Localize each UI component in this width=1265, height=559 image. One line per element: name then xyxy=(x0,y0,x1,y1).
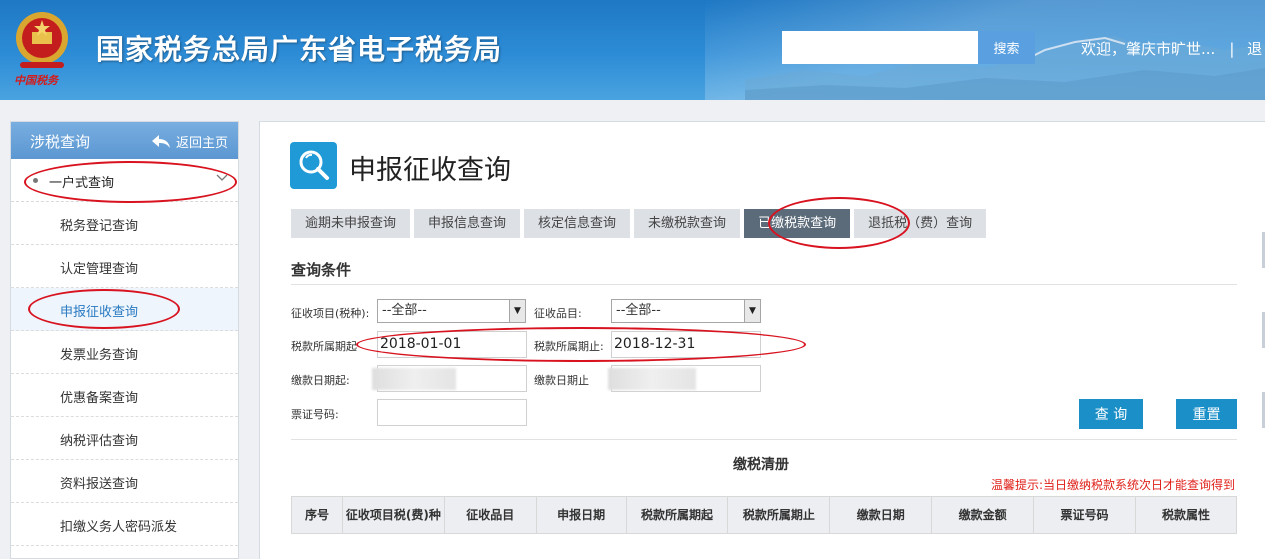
tax-item-label: 征收项目(税种): xyxy=(291,307,370,320)
query-tabs: 逾期未申报查询 申报信息查询 核定信息查询 未缴税款查询 已缴税款查询 退抵税（… xyxy=(291,209,987,238)
query-conditions-heading: 查询条件 xyxy=(291,261,352,279)
ticket-no-label: 票证号码: xyxy=(291,408,339,421)
tax-item-value: --全部-- xyxy=(382,303,427,318)
logo-caption: 中国税务 xyxy=(14,74,58,87)
col-ticket-no: 票证号码 xyxy=(1033,496,1136,534)
warm-tip: 温馨提示:当日缴纳税款系统次日才能查询得到 xyxy=(990,478,1235,492)
sidebar-item-label: 纳税评估查询 xyxy=(60,434,139,449)
search-input[interactable] xyxy=(782,31,978,64)
sidebar-header: 涉税查询 返回主页 xyxy=(11,122,238,159)
period-end-input[interactable]: 2018-12-31 xyxy=(611,331,761,358)
table-header-row: 序号 征收项目税(费)种 征收品目 申报日期 税款所属期起 税款所属期止 缴款日… xyxy=(291,496,1238,534)
top-header: 中国税务 国家税务总局广东省电子税务局 搜索 欢迎，肇庆市旷世... | 退 xyxy=(0,0,1265,100)
sidebar-item-label: 优惠备案查询 xyxy=(60,391,139,406)
sidebar-item-document-submission[interactable]: 资料报送查询 xyxy=(11,460,238,503)
tax-emblem-logo: 中国税务 xyxy=(10,6,74,90)
redacted-value xyxy=(608,368,696,390)
sidebar-item-tax-assessment[interactable]: 纳税评估查询 xyxy=(11,417,238,460)
pay-start-label: 缴款日期起: xyxy=(291,374,350,387)
col-declare-date: 申报日期 xyxy=(535,496,627,534)
dropdown-arrow-icon: ▼ xyxy=(744,300,760,322)
sidebar-item-label: 扣缴义务人密码派发 xyxy=(60,520,178,535)
welcome-area: 欢迎，肇庆市旷世... | 退 xyxy=(1081,38,1262,59)
sidebar-item-label: 认定管理查询 xyxy=(60,262,139,277)
sidebar-title: 涉税查询 xyxy=(30,133,91,151)
sidebar-item-label: 申报征收查询 xyxy=(60,305,139,320)
period-start-input[interactable]: 2018-01-01 xyxy=(377,331,527,358)
logout-link[interactable]: 退 xyxy=(1247,40,1262,58)
welcome-user-link[interactable]: 欢迎，肇庆市旷世... xyxy=(1081,40,1215,58)
tab-paid-tax[interactable]: 已缴税款查询 xyxy=(744,209,851,238)
sidebar-item-preferential-filing[interactable]: 优惠备案查询 xyxy=(11,374,238,417)
header-separator: | xyxy=(1229,40,1235,58)
pay-end-input[interactable] xyxy=(608,365,761,392)
tax-product-value: --全部-- xyxy=(616,303,661,318)
redacted-value xyxy=(372,368,456,390)
search-magnifier-icon xyxy=(290,142,337,189)
tab-overdue-undeclared[interactable]: 逾期未申报查询 xyxy=(291,209,411,238)
col-index: 序号 xyxy=(291,496,343,534)
col-tax-attribute: 税款属性 xyxy=(1134,496,1238,534)
col-tax-item: 征收项目税(费)种 xyxy=(341,496,445,534)
col-pay-date: 缴款日期 xyxy=(829,496,933,534)
main-panel: 申报征收查询 逾期未申报查询 申报信息查询 核定信息查询 未缴税款查询 已缴税款… xyxy=(259,121,1265,559)
tab-refund-offset[interactable]: 退抵税（费）查询 xyxy=(854,209,987,238)
chevron-down-icon xyxy=(216,171,228,185)
sidebar-item-label: 发票业务查询 xyxy=(60,348,139,363)
col-pay-amount: 缴款金额 xyxy=(931,496,1035,534)
tax-product-select[interactable]: --全部-- ▼ xyxy=(611,299,761,323)
sidebar-group-one-stop-query[interactable]: 一户式查询 xyxy=(11,159,238,202)
back-arrow-icon xyxy=(151,134,170,148)
reset-button[interactable]: 重置 xyxy=(1176,399,1237,429)
tab-assessment-info[interactable]: 核定信息查询 xyxy=(524,209,631,238)
sidebar-item-label: 税务登记查询 xyxy=(60,219,139,234)
payment-table: 序号 征收项目税(费)种 征收品目 申报日期 税款所属期起 税款所属期止 缴款日… xyxy=(291,496,1238,534)
page-title: 申报征收查询 xyxy=(349,155,511,186)
period-start-label: 税款所属期起 xyxy=(291,340,357,353)
ticket-no-input[interactable] xyxy=(377,399,527,426)
divider xyxy=(291,284,1237,285)
site-title: 国家税务总局广东省电子税务局 xyxy=(96,33,503,66)
pay-start-input[interactable] xyxy=(372,365,527,392)
tax-item-select[interactable]: --全部-- ▼ xyxy=(377,299,526,323)
dropdown-arrow-icon: ▼ xyxy=(509,300,525,322)
sidebar-item-certification[interactable]: 认定管理查询 xyxy=(11,245,238,288)
back-home-link[interactable]: 返回主页 xyxy=(151,132,228,151)
sidebar-group-label: 一户式查询 xyxy=(49,176,115,191)
sidebar-item-invoice[interactable]: 发票业务查询 xyxy=(11,331,238,374)
sidebar-item-tax-registration[interactable]: 税务登记查询 xyxy=(11,202,238,245)
tab-unpaid-tax[interactable]: 未缴税款查询 xyxy=(634,209,741,238)
sidebar-item-withholding-password[interactable]: 扣缴义务人密码派发 xyxy=(11,503,238,546)
query-button[interactable]: 查 询 xyxy=(1079,399,1143,429)
tab-declaration-info[interactable]: 申报信息查询 xyxy=(414,209,521,238)
divider xyxy=(291,439,1237,440)
col-period-start: 税款所属期起 xyxy=(625,496,729,534)
sidebar-item-declaration-collection[interactable]: 申报征收查询 xyxy=(11,288,238,331)
sidebar: 涉税查询 返回主页 一户式查询 税务登记查询 认定管理查询 申报征收查询 发票业… xyxy=(10,121,239,559)
pay-end-label: 缴款日期止 xyxy=(534,374,589,387)
period-end-label: 税款所属期止: xyxy=(534,340,604,353)
sidebar-item-label: 资料报送查询 xyxy=(60,477,139,492)
back-home-label: 返回主页 xyxy=(175,136,228,151)
tax-product-label: 征收品目: xyxy=(534,307,582,320)
bullet-icon xyxy=(33,178,38,183)
search-button[interactable]: 搜索 xyxy=(978,31,1035,64)
col-tax-product: 征收品目 xyxy=(443,496,537,534)
col-period-end: 税款所属期止 xyxy=(727,496,831,534)
payment-list-title: 缴税清册 xyxy=(733,457,789,473)
